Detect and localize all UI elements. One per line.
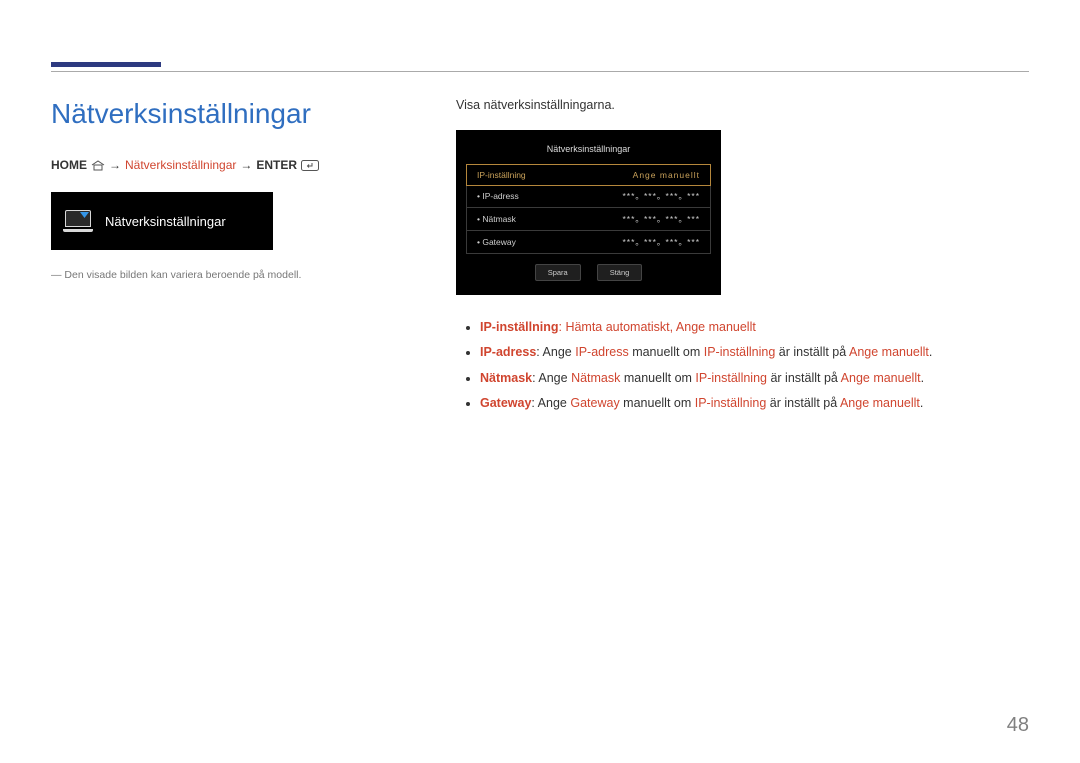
- dialog-preview: Nätverksinställningar IP-inställning Ang…: [456, 130, 721, 295]
- content: Nätverksinställningar HOME → Nätverksins…: [51, 98, 1029, 418]
- bullet-ip-address: IP-adress: Ange IP-adress manuellt om IP…: [480, 342, 1029, 363]
- bullet-label: Nätmask: [480, 371, 532, 385]
- arrow-icon: →: [109, 158, 121, 172]
- image-note: ― Den visade bilden kan variera beroende…: [51, 268, 416, 284]
- breadcrumb-home: HOME: [51, 158, 87, 172]
- dialog-row-ip-setting[interactable]: IP-inställning Ange manuellt: [466, 164, 711, 186]
- dialog-value: ***｡ ***｡ ***｡ ***: [622, 236, 700, 248]
- dialog-value: ***｡ ***｡ ***｡ ***: [622, 190, 700, 202]
- dialog-row-gateway[interactable]: Gateway ***｡ ***｡ ***｡ ***: [467, 231, 710, 253]
- dialog-table: IP-inställning Ange manuellt IP-adress *…: [466, 164, 711, 254]
- intro-text: Visa nätverksinställningarna.: [456, 98, 1029, 112]
- dialog-value: ***｡ ***｡ ***｡ ***: [622, 213, 700, 225]
- dialog-save-button[interactable]: Spara: [535, 264, 581, 281]
- breadcrumb-enter: ENTER: [256, 158, 297, 172]
- menu-tile-label: Nätverksinställningar: [105, 214, 226, 229]
- menu-tile[interactable]: Nätverksinställningar: [51, 192, 273, 250]
- bullet-netmask: Nätmask: Ange Nätmask manuellt om IP-ins…: [480, 368, 1029, 389]
- dialog-row-ip-address[interactable]: IP-adress ***｡ ***｡ ***｡ ***: [467, 185, 710, 208]
- dialog-label: Nätmask: [477, 214, 516, 224]
- bullet-list: IP-inställning: Hämta automatiskt, Ange …: [456, 317, 1029, 414]
- enter-icon: [301, 158, 319, 172]
- bullet-label: IP-inställning: [480, 320, 558, 334]
- dialog-label: IP-adress: [477, 191, 519, 201]
- right-column: Visa nätverksinställningarna. Nätverksin…: [456, 98, 1029, 418]
- bullet-gateway: Gateway: Ange Gateway manuellt om IP-ins…: [480, 393, 1029, 414]
- home-icon: [91, 158, 105, 172]
- breadcrumb-section: Nätverksinställningar: [125, 158, 236, 172]
- arrow-icon: →: [240, 158, 252, 172]
- dialog-title: Nätverksinställningar: [466, 140, 711, 164]
- dialog-label: IP-inställning: [477, 170, 526, 180]
- page-number: 48: [1007, 714, 1029, 737]
- dialog-label: Gateway: [477, 237, 516, 247]
- bullet-label: Gateway: [480, 396, 531, 410]
- dialog-value: Ange manuellt: [633, 170, 700, 180]
- breadcrumb: HOME → Nätverksinställningar → ENTER: [51, 158, 416, 172]
- bullet-label: IP-adress: [480, 345, 536, 359]
- top-border: [51, 63, 1029, 72]
- dialog-buttons: Spara Stäng: [466, 264, 711, 281]
- dialog-close-button[interactable]: Stäng: [597, 264, 643, 281]
- dialog-row-netmask[interactable]: Nätmask ***｡ ***｡ ***｡ ***: [467, 208, 710, 231]
- network-icon: [65, 210, 93, 232]
- bullet-ip-setting: IP-inställning: Hämta automatiskt, Ange …: [480, 317, 1029, 338]
- left-column: Nätverksinställningar HOME → Nätverksins…: [51, 98, 456, 418]
- page-title: Nätverksinställningar: [51, 98, 416, 130]
- top-border-accent: [51, 62, 161, 67]
